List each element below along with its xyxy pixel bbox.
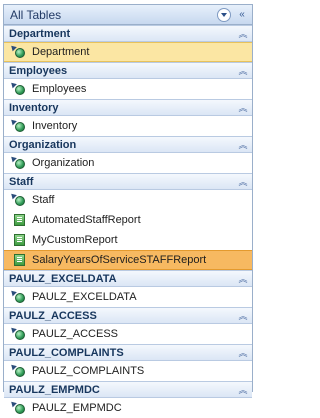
nav-item-staff[interactable]: Staff xyxy=(4,190,252,210)
group-header-inventory[interactable]: Inventory ︽ xyxy=(4,99,252,116)
collapse-chevron-icon[interactable]: ︽ xyxy=(234,309,252,322)
group-label: Employees xyxy=(9,64,68,77)
nav-item-paulz-exceldata[interactable]: PAULZ_EXCELDATA xyxy=(4,287,252,307)
linked-table-icon xyxy=(9,399,26,415)
group-label: Staff xyxy=(9,175,34,188)
report-icon xyxy=(12,213,26,227)
group-header-organization[interactable]: Organization ︽ xyxy=(4,136,252,153)
item-label: PAULZ_COMPLAINTS xyxy=(32,365,145,377)
linked-table-icon xyxy=(9,80,26,96)
item-label: PAULZ_ACCESS xyxy=(32,328,118,340)
item-label: Employees xyxy=(32,83,87,95)
nav-item-paulz-empmdc[interactable]: PAULZ_EMPMDC xyxy=(4,398,252,418)
group-header-paulz-complaints[interactable]: PAULZ_COMPLAINTS ︽ xyxy=(4,344,252,361)
linked-table-icon xyxy=(9,154,26,170)
collapse-chevron-icon[interactable]: ︽ xyxy=(234,272,252,285)
item-label: PAULZ_EMPMDC xyxy=(32,402,122,414)
group-header-paulz-empmdc[interactable]: PAULZ_EMPMDC ︽ xyxy=(4,381,252,398)
item-label: Department xyxy=(32,46,90,58)
nav-item-salaryyearsofservicestaffreport[interactable]: SalaryYearsOfServiceSTAFFReport xyxy=(4,250,252,270)
group-header-paulz-exceldata[interactable]: PAULZ_EXCELDATA ︽ xyxy=(4,270,252,287)
group-label: PAULZ_EXCELDATA xyxy=(9,272,117,285)
item-label: Organization xyxy=(32,157,95,169)
dropdown-circle-icon[interactable] xyxy=(216,7,232,23)
linked-table-icon xyxy=(9,288,26,304)
collapse-chevron-icon[interactable]: ︽ xyxy=(234,383,252,396)
collapse-chevron-icon[interactable]: ︽ xyxy=(234,346,252,359)
nav-item-organization[interactable]: Organization xyxy=(4,153,252,173)
item-label: SalaryYearsOfServiceSTAFFReport xyxy=(32,254,207,266)
item-label: Staff xyxy=(32,194,55,206)
group-label: Organization xyxy=(9,138,77,151)
nav-item-mycustomreport[interactable]: MyCustomReport xyxy=(4,230,252,250)
linked-table-icon xyxy=(9,117,26,133)
item-label: PAULZ_EXCELDATA xyxy=(32,291,137,303)
nav-item-automatedstaffreport[interactable]: AutomatedStaffReport xyxy=(4,210,252,230)
group-header-paulz-access[interactable]: PAULZ_ACCESS ︽ xyxy=(4,307,252,324)
collapse-chevron-icon[interactable]: ︽ xyxy=(234,138,252,151)
group-header-staff[interactable]: Staff ︽ xyxy=(4,173,252,190)
linked-table-icon xyxy=(9,325,26,341)
pane-header[interactable]: All Tables « xyxy=(4,5,252,25)
nav-item-paulz-complaints[interactable]: PAULZ_COMPLAINTS xyxy=(4,361,252,381)
linked-table-icon xyxy=(9,43,26,59)
item-label: Inventory xyxy=(32,120,78,132)
nav-item-paulz-access[interactable]: PAULZ_ACCESS xyxy=(4,324,252,344)
report-icon xyxy=(12,253,26,267)
group-header-department[interactable]: Department ︽ xyxy=(4,25,252,42)
group-label: PAULZ_ACCESS xyxy=(9,309,97,322)
double-chevron-left-icon[interactable]: « xyxy=(234,7,250,23)
group-label: PAULZ_EMPMDC xyxy=(9,383,100,396)
item-label: MyCustomReport xyxy=(32,234,118,246)
collapse-chevron-icon[interactable]: ︽ xyxy=(234,64,252,77)
collapse-chevron-icon[interactable]: ︽ xyxy=(234,175,252,188)
group-label: PAULZ_COMPLAINTS xyxy=(9,346,124,359)
pane-title[interactable]: All Tables xyxy=(10,8,216,22)
linked-table-icon xyxy=(9,191,26,207)
nav-item-inventory[interactable]: Inventory xyxy=(4,116,252,136)
report-icon xyxy=(12,233,26,247)
group-header-employees[interactable]: Employees ︽ xyxy=(4,62,252,79)
collapse-chevron-icon[interactable]: ︽ xyxy=(234,101,252,114)
group-label: Inventory xyxy=(9,101,59,114)
linked-table-icon xyxy=(9,362,26,378)
nav-item-employees[interactable]: Employees xyxy=(4,79,252,99)
nav-item-department[interactable]: Department xyxy=(4,42,252,62)
navigation-pane: All Tables « Department ︽ Department Emp… xyxy=(3,4,253,414)
group-label: Department xyxy=(9,27,71,40)
collapse-chevron-icon[interactable]: ︽ xyxy=(234,27,252,40)
item-label: AutomatedStaffReport xyxy=(32,214,141,226)
